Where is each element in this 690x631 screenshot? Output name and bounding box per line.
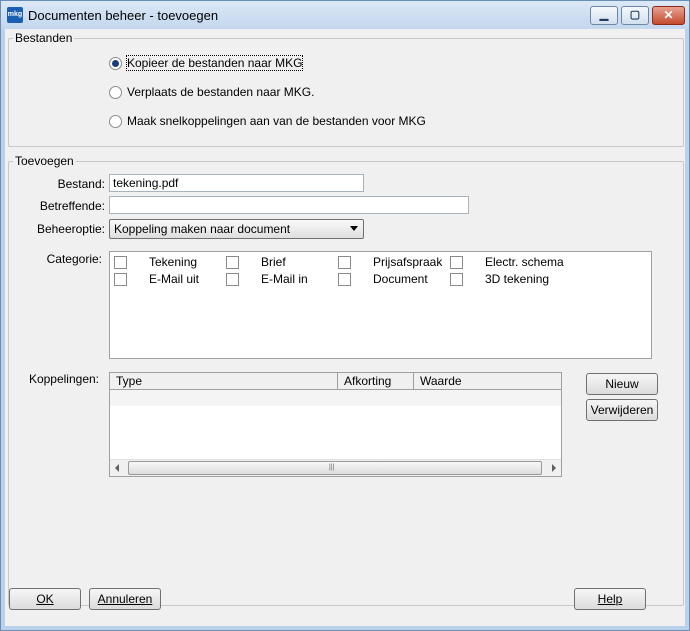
window-title: Documenten beheer - toevoegen [28,8,219,23]
category-email-in-label: E-Mail in [261,272,308,286]
ok-button[interactable]: OK [9,588,81,610]
bestanden-legend: Bestanden [15,31,73,45]
dialog-window: mkg Documenten beheer - toevoegen ▁ ▢ ✕ … [0,0,690,631]
beheeroptie-label: Beheeroptie: [36,222,105,236]
checkbox-brief[interactable] [226,255,239,269]
checkbox-electr-schema[interactable] [450,255,463,269]
checkbox-email-in[interactable] [226,272,239,286]
beheeroptie-dropdown[interactable]: Koppeling maken naar document [109,219,364,239]
beheeroptie-selected: Koppeling maken naar document [114,222,291,236]
nieuw-button[interactable]: Nieuw [586,373,658,395]
radio-verplaats[interactable]: Verplaats de bestanden naar MKG. [109,84,314,100]
dialog-body: Bestanden Kopieer de bestanden naar MKG … [5,29,685,626]
radio-snelkoppelingen[interactable]: Maak snelkoppelingen aan van de bestande… [109,113,426,129]
category-tekening[interactable]: Tekening [114,254,197,270]
scroll-right-icon[interactable] [552,464,556,472]
category-email-in[interactable]: E-Mail in [226,271,308,287]
betreffende-input[interactable] [109,196,469,214]
maximize-button[interactable]: ▢ [621,6,649,25]
minimize-icon: ▁ [599,9,609,21]
maximize-icon: ▢ [629,9,641,21]
category-document-label: Document [373,272,428,286]
column-header-type[interactable]: Type [110,373,338,389]
bestand-input[interactable]: tekening.pdf [109,174,364,192]
category-prijsafspraak[interactable]: Prijsafspraak [338,254,442,270]
checkbox-tekening[interactable] [114,255,127,269]
radio-snelkoppelingen-indicator[interactable] [109,114,122,128]
scroll-grip-icon: ||| [329,464,335,471]
scroll-left-icon[interactable] [115,464,119,472]
koppelingen-label: Koppelingen: [28,372,99,386]
koppelingen-grid[interactable]: Type Afkorting Waarde ||| [109,372,562,477]
bestand-label: Bestand: [57,177,105,191]
checkbox-prijsafspraak[interactable] [338,255,351,269]
radio-kopieer[interactable]: Kopieer de bestanden naar MKG [109,55,304,71]
grid-header: Type Afkorting Waarde [110,373,561,390]
help-button-label: Help [597,592,623,606]
categorie-list[interactable]: Tekening Brief Prijsafspraak Electr. sch… [109,251,652,359]
radio-verplaats-indicator[interactable] [109,85,122,99]
dropdown-arrow-icon [350,226,358,231]
radio-snelkoppelingen-label: Maak snelkoppelingen aan van de bestande… [127,114,426,128]
category-3d-tekening-label: 3D tekening [485,272,550,286]
minimize-button[interactable]: ▁ [590,6,618,25]
radio-kopieer-label: Kopieer de bestanden naar MKG [125,55,304,71]
ok-button-label: OK [36,592,54,606]
horizontal-scrollbar[interactable]: ||| [110,459,561,476]
checkbox-document[interactable] [338,272,351,286]
close-icon: ✕ [663,8,674,22]
categorie-label: Categorie: [46,252,102,266]
category-3d-tekening[interactable]: 3D tekening [450,271,549,287]
category-document[interactable]: Document [338,271,428,287]
category-brief-label: Brief [261,255,286,269]
annuleren-button[interactable]: Annuleren [89,588,161,610]
category-email-uit-label: E-Mail uit [149,272,200,286]
scrollbar-thumb[interactable]: ||| [128,461,542,475]
column-header-waarde[interactable]: Waarde [414,373,561,389]
help-button[interactable]: Help [574,588,646,610]
radio-verplaats-label: Verplaats de bestanden naar MKG. [127,85,315,99]
title-bar[interactable]: mkg Documenten beheer - toevoegen ▁ ▢ ✕ [1,1,689,29]
annuleren-button-label: Annuleren [97,592,153,606]
category-electr-schema-label: Electr. schema [485,255,564,269]
verwijderen-button[interactable]: Verwijderen [586,399,658,421]
radio-kopieer-indicator[interactable] [109,56,122,70]
app-logo-icon: mkg [7,7,23,23]
table-row[interactable] [110,390,561,406]
close-button[interactable]: ✕ [652,6,685,25]
category-email-uit[interactable]: E-Mail uit [114,271,199,287]
toevoegen-legend: Toevoegen [15,154,74,168]
checkbox-email-uit[interactable] [114,272,127,286]
category-brief[interactable]: Brief [226,254,286,270]
category-prijsafspraak-label: Prijsafspraak [373,255,443,269]
column-header-afkorting[interactable]: Afkorting [338,373,414,389]
betreffende-label: Betreffende: [39,199,105,213]
category-tekening-label: Tekening [149,255,198,269]
checkbox-3d-tekening[interactable] [450,272,463,286]
category-electr-schema[interactable]: Electr. schema [450,254,564,270]
